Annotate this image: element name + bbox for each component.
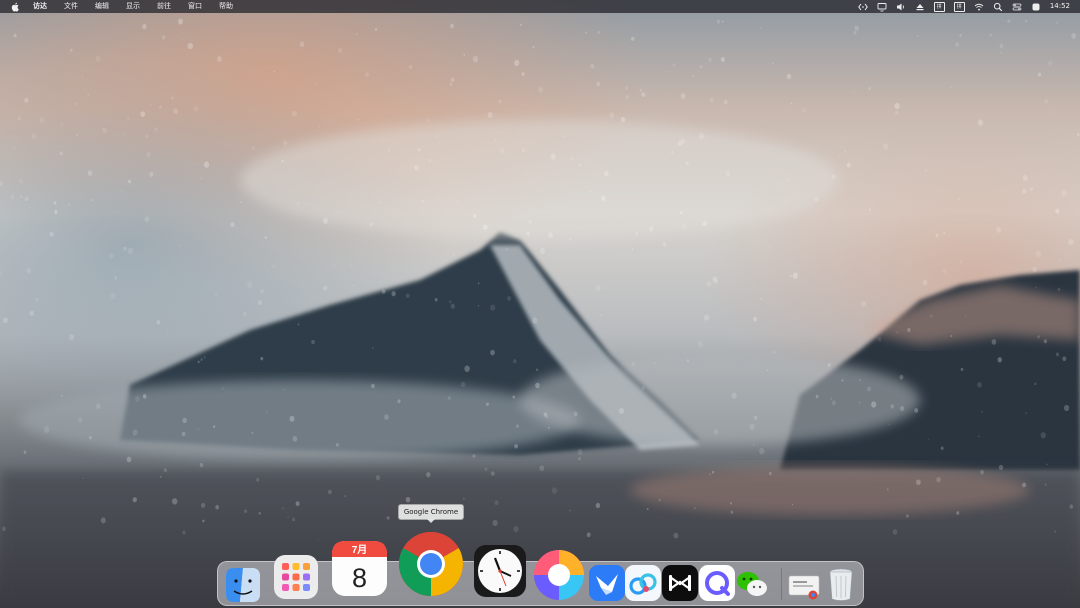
baidu-netdisk-icon bbox=[625, 565, 661, 601]
dock-wechat[interactable] bbox=[732, 564, 772, 604]
search-icon[interactable] bbox=[993, 2, 1003, 12]
dock-google-chrome[interactable] bbox=[398, 531, 464, 597]
dock-downloads[interactable] bbox=[786, 568, 822, 602]
quark-icon bbox=[699, 565, 735, 601]
dock: 7月 8 bbox=[217, 532, 864, 606]
spin-app-icon bbox=[534, 550, 584, 600]
menu-go[interactable]: 前往 bbox=[157, 0, 171, 13]
menu-file[interactable]: 文件 bbox=[64, 0, 78, 13]
dock-calendar[interactable]: 7月 8 bbox=[330, 538, 388, 598]
wifi-icon[interactable] bbox=[974, 2, 984, 12]
feishu-icon bbox=[589, 565, 625, 601]
code-toggle-icon[interactable] bbox=[857, 2, 868, 12]
dock-capcut[interactable] bbox=[661, 563, 699, 603]
clock-icon bbox=[474, 545, 526, 597]
menubar-clock[interactable]: 14:52 bbox=[1050, 0, 1070, 13]
siri-icon[interactable] bbox=[1031, 2, 1041, 12]
input-method-icon[interactable]: 拼 bbox=[933, 1, 945, 12]
dock-finder[interactable] bbox=[224, 566, 261, 603]
apple-menu-icon[interactable] bbox=[10, 2, 19, 12]
dock-quark[interactable] bbox=[698, 563, 736, 603]
eject-icon[interactable] bbox=[915, 2, 925, 12]
dock-launchpad[interactable] bbox=[270, 551, 322, 603]
launchpad-icon bbox=[274, 555, 318, 599]
dock-baidu-netdisk[interactable] bbox=[624, 563, 662, 603]
menu-view[interactable]: 显示 bbox=[126, 0, 140, 13]
finder-icon bbox=[225, 567, 260, 602]
dock-spin-app[interactable] bbox=[532, 548, 586, 602]
wechat-icon bbox=[737, 572, 767, 596]
calendar-month: 7月 bbox=[351, 544, 367, 556]
dock-trash[interactable] bbox=[824, 565, 858, 603]
volume-icon[interactable] bbox=[896, 2, 906, 12]
dock-tooltip: Google Chrome bbox=[398, 504, 464, 523]
dock-feishu[interactable] bbox=[588, 563, 626, 603]
dock-separator bbox=[781, 568, 782, 600]
menu-edit[interactable]: 编辑 bbox=[95, 0, 109, 13]
menu-window[interactable]: 窗口 bbox=[188, 0, 202, 13]
control-center-icon[interactable] bbox=[1012, 2, 1022, 12]
dock-clock[interactable] bbox=[472, 542, 528, 600]
menu-bar: 访达 文件 编辑 显示 前往 窗口 帮助 拼 拼 14:52 bbox=[0, 0, 1080, 13]
menu-help[interactable]: 帮助 bbox=[219, 0, 233, 13]
trash-icon bbox=[829, 568, 853, 601]
capcut-icon bbox=[662, 565, 698, 601]
display-icon[interactable] bbox=[877, 2, 887, 12]
downloads-stack-icon bbox=[788, 575, 820, 600]
input-method-secondary-icon[interactable]: 拼 bbox=[953, 1, 965, 12]
chrome-icon bbox=[399, 532, 463, 596]
calendar-day: 8 bbox=[351, 563, 366, 593]
calendar-icon: 7月 8 bbox=[331, 540, 387, 596]
desktop-wallpaper bbox=[0, 0, 1080, 608]
menu-finder[interactable]: 访达 bbox=[33, 0, 47, 13]
